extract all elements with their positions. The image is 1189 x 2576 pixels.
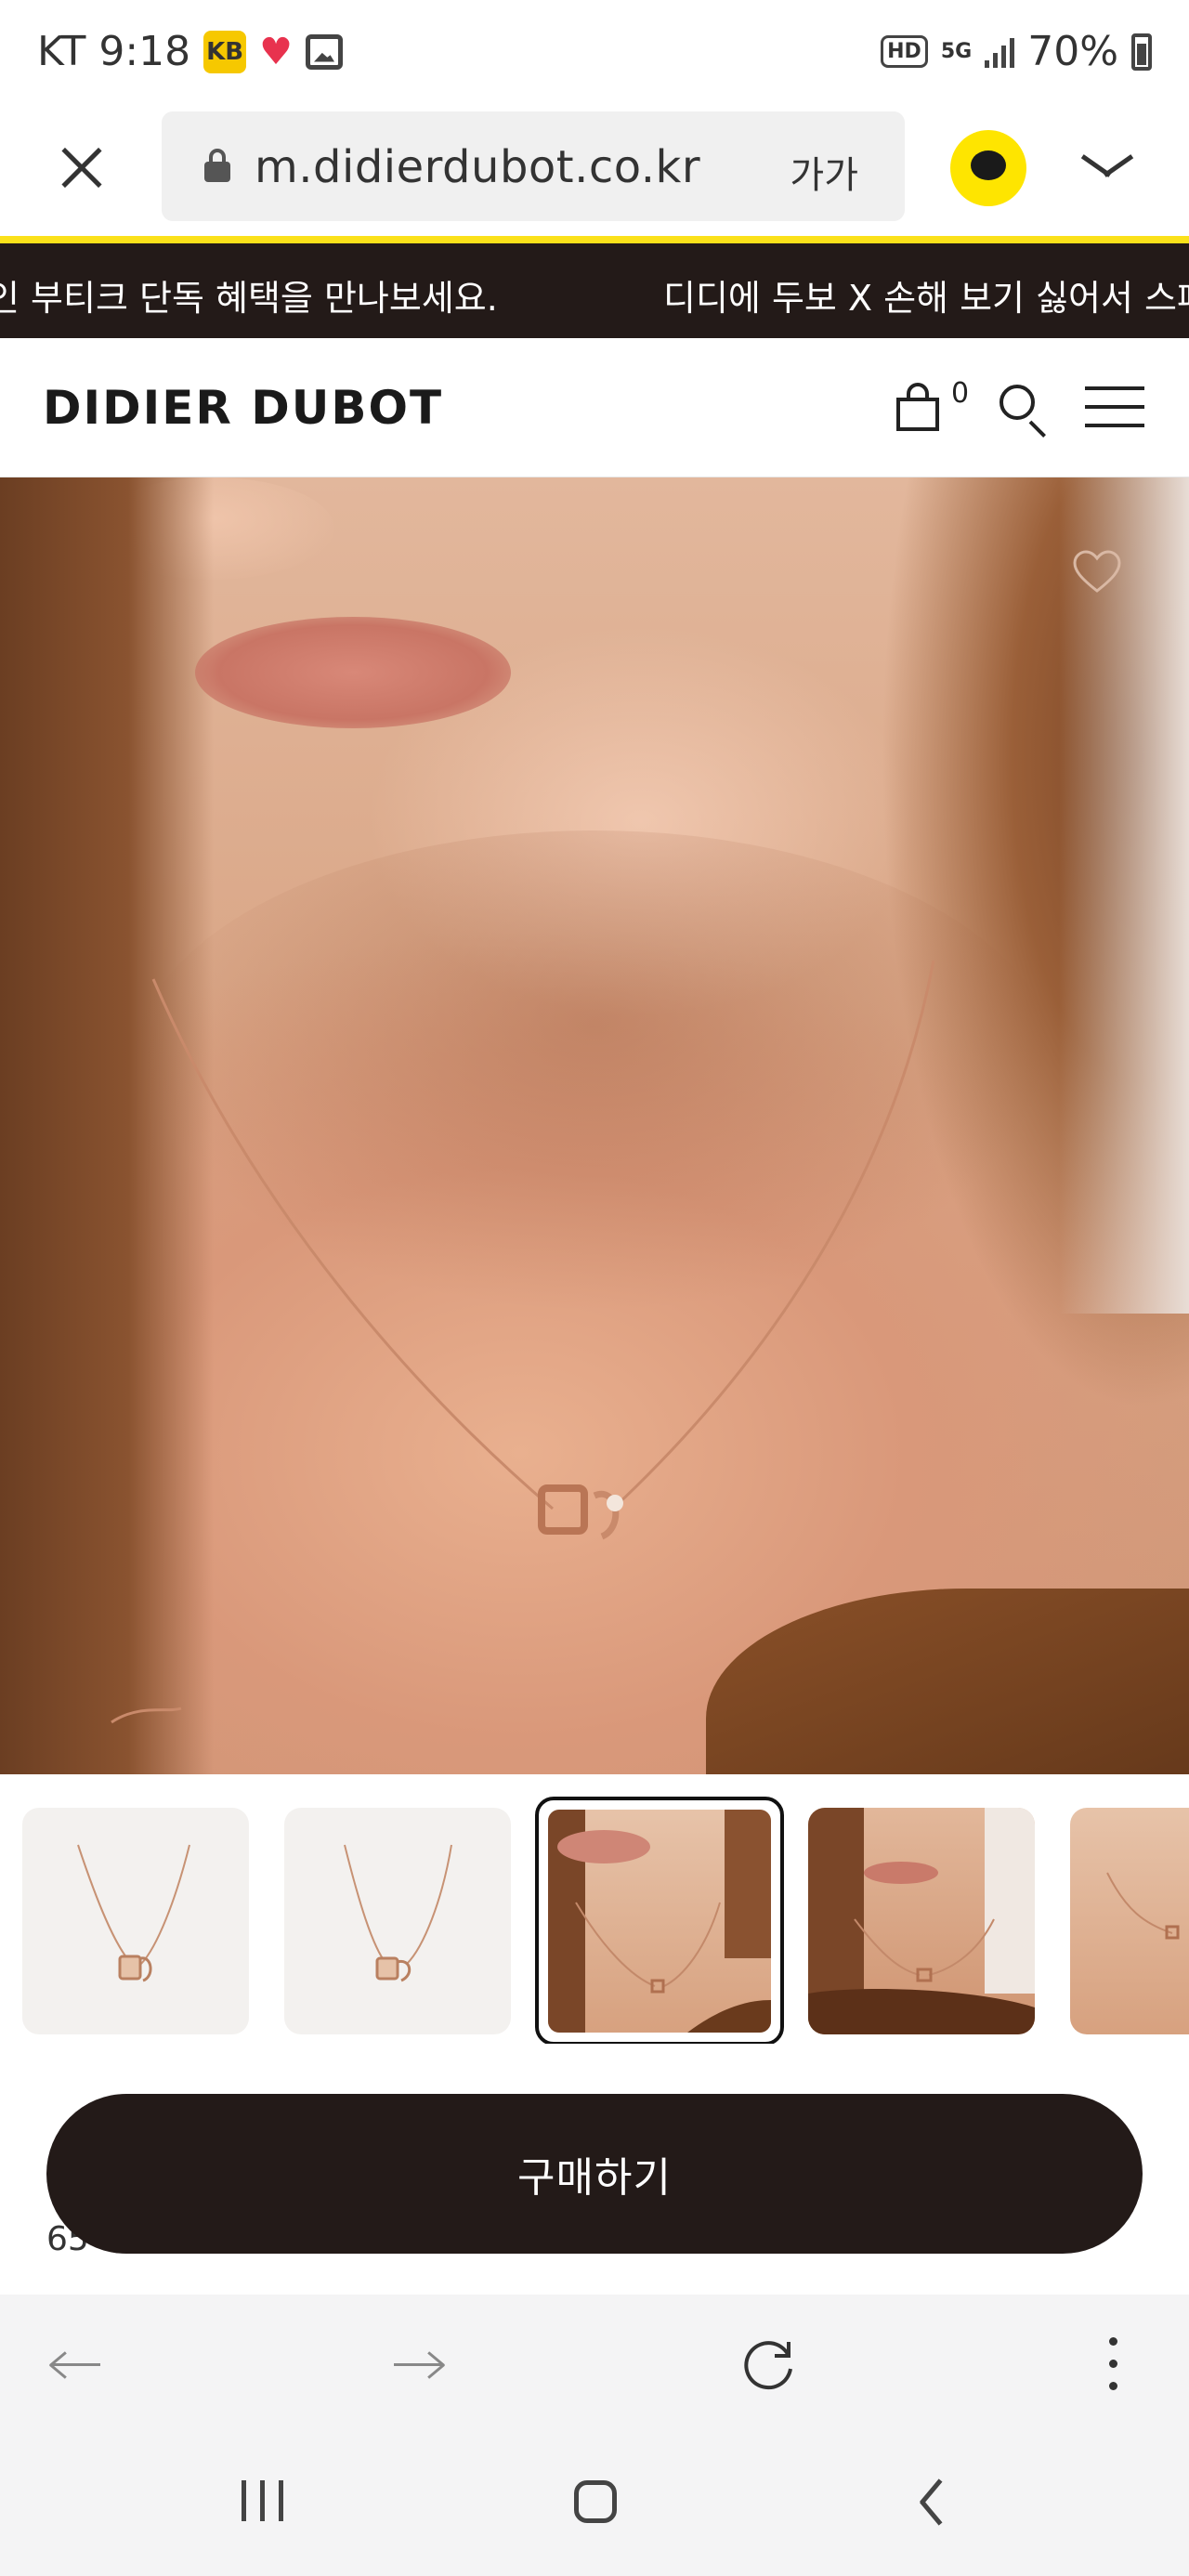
image-notification-icon bbox=[306, 33, 343, 70]
kakao-chat-icon[interactable] bbox=[950, 130, 1026, 206]
search-icon[interactable] bbox=[1000, 385, 1048, 438]
forward-arrow-icon[interactable] bbox=[392, 2347, 448, 2384]
hd-voice-icon: HD bbox=[881, 35, 928, 68]
kb-bank-icon: KB bbox=[203, 30, 247, 73]
site-header: DIDIER DUBOT 0 bbox=[0, 338, 1189, 477]
marquee-text-left: 인 부티크 단독 혜택을 만나보세요. bbox=[0, 278, 498, 319]
thumbnail-product-front[interactable] bbox=[22, 1808, 249, 2034]
status-left: KT 9:18 KB ♥ bbox=[37, 28, 343, 75]
status-right: HD 5G 70% bbox=[881, 28, 1152, 75]
carrier-label: KT bbox=[37, 28, 86, 75]
chevron-down-icon[interactable] bbox=[1078, 149, 1137, 186]
buy-button[interactable]: 구매하기 bbox=[46, 2094, 1143, 2254]
thumbnail-necklace-icon bbox=[77, 1844, 190, 1982]
product-main-image[interactable] bbox=[0, 477, 1189, 1774]
thumbnail-product-angle[interactable] bbox=[284, 1808, 511, 2034]
thumbnail-model-closeup[interactable] bbox=[535, 1797, 784, 2044]
battery-icon bbox=[1131, 33, 1152, 71]
thumbnail-model-icon bbox=[808, 1808, 1035, 2034]
back-icon[interactable] bbox=[916, 2480, 953, 2525]
close-icon[interactable] bbox=[52, 139, 111, 199]
necklace-illustration bbox=[111, 960, 935, 1724]
thumbnail-model-wide[interactable] bbox=[808, 1808, 1035, 2034]
status-bar: KT 9:18 KB ♥ HD 5G 70% bbox=[0, 0, 1189, 111]
lock-icon bbox=[204, 149, 230, 182]
text-size-button[interactable]: 가가 bbox=[790, 145, 858, 199]
network-type-icon: 5G bbox=[940, 39, 973, 63]
promo-marquee[interactable]: 인 부티크 단독 혜택을 만나보세요. 디디에 두보 X 손해 보기 싫어서 스… bbox=[0, 243, 1189, 338]
thumbnail-image bbox=[548, 1810, 771, 2033]
cart-count-badge: 0 bbox=[951, 377, 970, 410]
accent-divider bbox=[0, 236, 1189, 243]
heart-notification-icon: ♥ bbox=[259, 30, 293, 73]
marquee-text-right: 디디에 두보 X 손해 보기 싫어서 스페셜 bbox=[663, 278, 1189, 319]
battery-percent: 70% bbox=[1027, 28, 1118, 75]
thumbnail-model-icon bbox=[1106, 1872, 1180, 1940]
url-text: m.didierdubot.co.kr bbox=[255, 141, 701, 193]
system-nav-bar bbox=[0, 2434, 1189, 2576]
browser-address-bar: m.didierdubot.co.kr 가가 bbox=[0, 111, 1189, 242]
browser-toolbar bbox=[0, 2295, 1189, 2434]
thumbnail-strip[interactable] bbox=[0, 1793, 1189, 2044]
heart-outline-icon[interactable] bbox=[1073, 550, 1121, 595]
back-arrow-icon[interactable] bbox=[46, 2347, 102, 2384]
cart-icon[interactable] bbox=[896, 383, 939, 431]
home-icon[interactable] bbox=[574, 2480, 617, 2523]
url-field[interactable]: m.didierdubot.co.kr 가가 bbox=[162, 111, 905, 221]
thumbnail-model-partial[interactable] bbox=[1070, 1808, 1189, 2034]
thumbnail-necklace-icon bbox=[344, 1844, 452, 1982]
clock-time: 9:18 bbox=[98, 28, 191, 75]
recent-apps-icon[interactable] bbox=[242, 2480, 284, 2521]
thumbnail-model-icon bbox=[548, 1810, 771, 2033]
reload-icon[interactable] bbox=[739, 2337, 797, 2395]
brand-logo[interactable]: DIDIER DUBOT bbox=[43, 381, 443, 435]
menu-icon[interactable] bbox=[1085, 386, 1144, 427]
signal-icon bbox=[985, 36, 1015, 68]
more-options-icon[interactable] bbox=[1109, 2337, 1118, 2393]
